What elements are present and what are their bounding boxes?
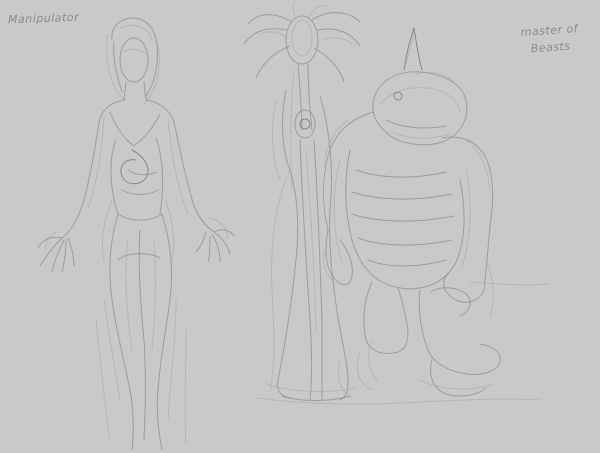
staff-sketch	[243, 0, 361, 401]
robed-figure-sketch	[265, 89, 357, 401]
sketch-canvas: Manipulator master of Beasts	[0, 0, 600, 453]
beast-figure-sketch	[257, 27, 549, 405]
sketch-drawing	[37, 0, 549, 451]
manipulator-figure-sketch	[37, 17, 235, 451]
